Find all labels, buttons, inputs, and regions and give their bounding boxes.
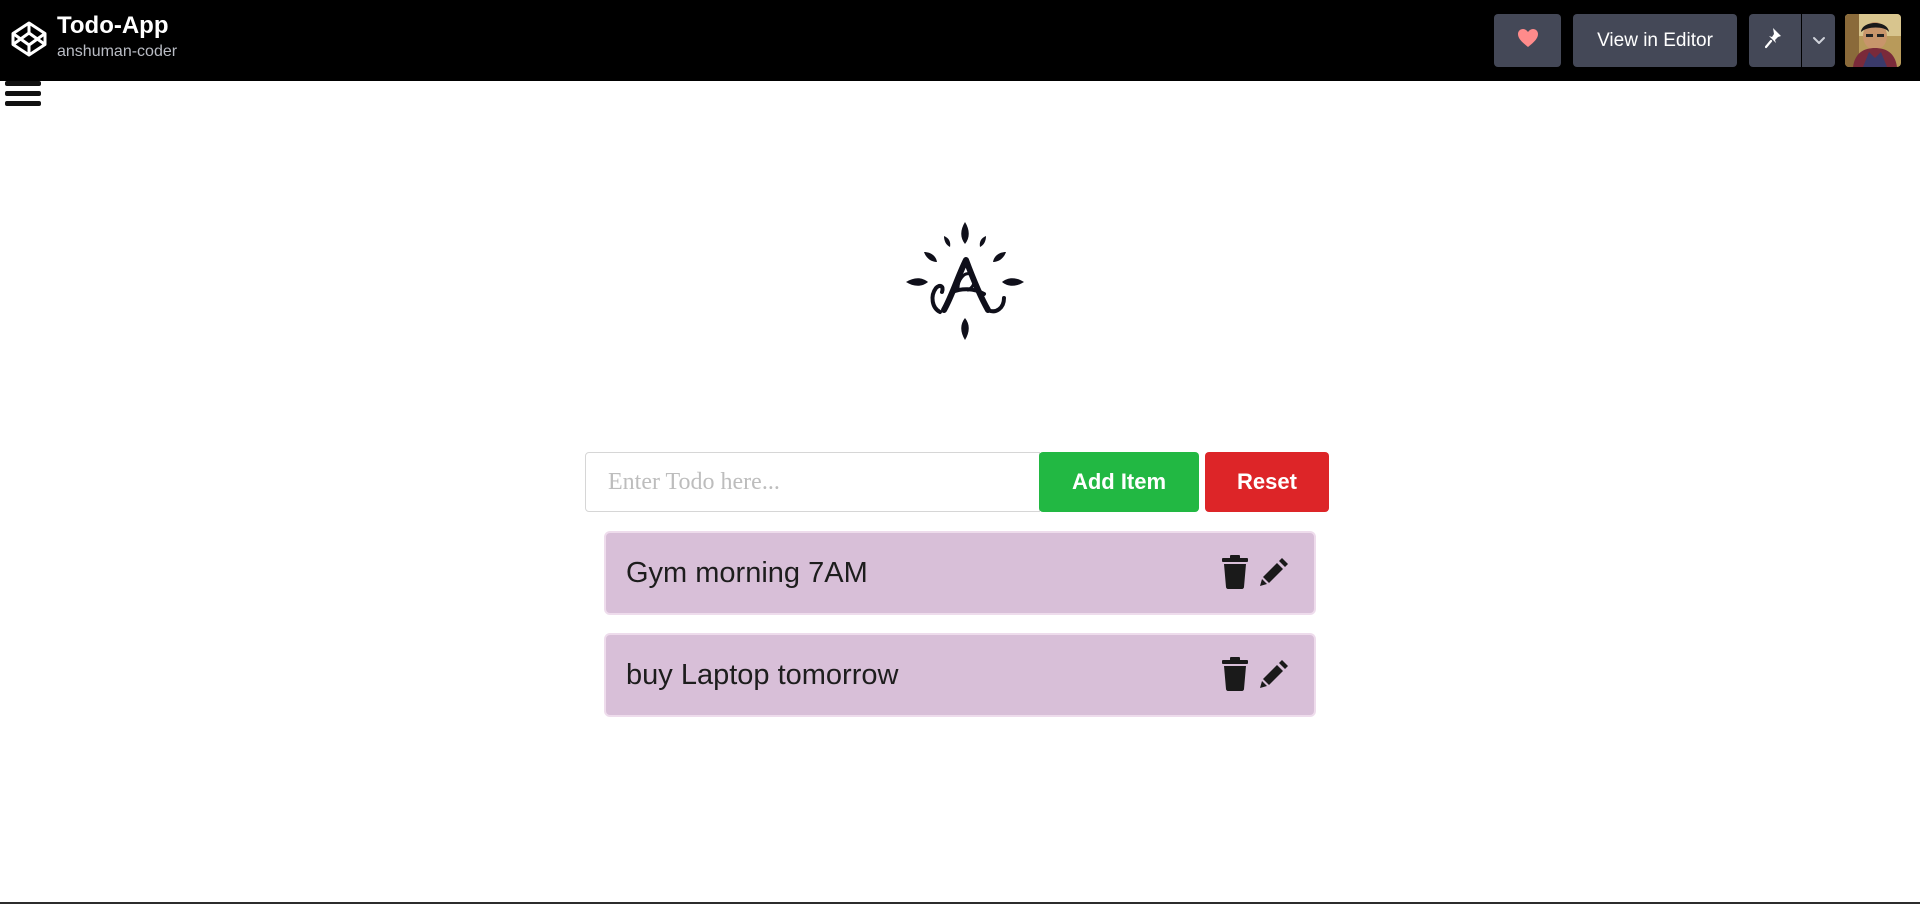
top-header-bar: Todo-App anshuman-coder View in Editor [0,0,1920,81]
codepen-cube-icon[interactable] [10,20,48,58]
trash-icon[interactable] [1220,657,1250,691]
add-item-button[interactable]: Add Item [1039,452,1199,512]
decorative-a-monogram-logo [900,216,1030,346]
chevron-down-icon [1812,30,1826,52]
todo-item: Gym morning 7AM [604,531,1316,615]
pencil-icon[interactable] [1260,555,1290,589]
todo-item: buy Laptop tomorrow [604,633,1316,717]
brand: Todo-App anshuman-coder [10,14,177,60]
pin-button[interactable] [1749,14,1801,67]
pin-icon [1764,27,1785,55]
hamburger-menu-icon[interactable] [5,81,41,111]
pen-author[interactable]: anshuman-coder [57,44,177,60]
pin-options-button[interactable] [1802,14,1835,67]
pen-title[interactable]: Todo-App [57,14,177,38]
todo-item-text: Gym morning 7AM [626,556,868,589]
heart-icon [1517,28,1539,54]
heart-button[interactable] [1494,14,1561,67]
trash-icon[interactable] [1220,555,1250,589]
user-avatar[interactable] [1845,14,1901,67]
todo-input[interactable] [585,452,1040,512]
view-in-editor-label: View in Editor [1597,29,1713,51]
view-in-editor-button[interactable]: View in Editor [1573,14,1737,67]
todo-item-text: buy Laptop tomorrow [626,658,899,691]
todo-list: Gym morning 7AM buy Laptop tomorrow [604,531,1316,735]
pencil-icon[interactable] [1260,657,1290,691]
reset-button[interactable]: Reset [1205,452,1329,512]
